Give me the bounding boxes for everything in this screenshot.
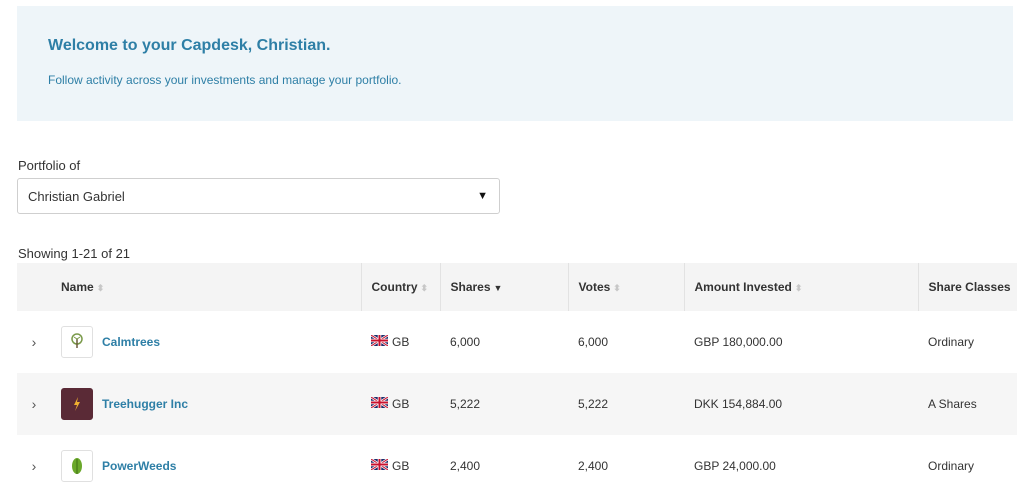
uk-flag-icon xyxy=(370,458,389,473)
portfolio-table: Name ⬍ Country ⬍ Shares ▼ Votes ⬍ Amount Inv… xyxy=(17,263,1017,497)
shares-cell: 5,222 xyxy=(450,397,481,411)
expand-column-header xyxy=(17,263,51,311)
share-class-cell: A Shares xyxy=(928,397,977,411)
welcome-subtitle: Follow activity across your investments … xyxy=(48,73,402,87)
company-link[interactable]: Calmtrees xyxy=(102,335,160,349)
shares-cell: 6,000 xyxy=(450,335,481,349)
share-class-cell: Ordinary xyxy=(928,459,975,473)
leaf-logo-icon xyxy=(61,450,93,482)
portfolio-select[interactable]: Christian Gabriel ▼ xyxy=(17,178,500,214)
company-link[interactable]: Treehugger Inc xyxy=(102,397,188,411)
table-header-row: Name ⬍ Country ⬍ Shares ▼ Votes ⬍ Amount Inv… xyxy=(17,263,1017,311)
sort-icon: ⬍ xyxy=(96,283,105,293)
company-link[interactable]: PowerWeeds xyxy=(102,459,176,473)
results-count: Showing 1-21 of 21 xyxy=(18,246,131,261)
column-header-name[interactable]: Name ⬍ xyxy=(51,263,361,311)
welcome-banner: Welcome to your Capdesk, Christian. Foll… xyxy=(17,6,1013,121)
portfolio-label: Portfolio of xyxy=(18,158,81,173)
country-code: GB xyxy=(392,334,410,349)
column-header-shares[interactable]: Shares ▼ xyxy=(439,263,568,311)
table-row[interactable]: › PowerWeeds GB 2,400 2,400 GBP 24,000.0… xyxy=(17,435,1017,497)
table-row[interactable]: › Treehugger Inc GB 5,222 5,222 DKK 154,… xyxy=(17,373,1017,435)
portfolio-selected-value: Christian Gabriel xyxy=(28,188,125,204)
expand-chevron-icon[interactable]: › xyxy=(17,311,51,373)
tree-logo-icon xyxy=(61,326,93,358)
share-class-cell: Ordinary xyxy=(928,335,975,349)
sort-icon: ⬍ xyxy=(794,283,803,293)
amount-cell: GBP 180,000.00 xyxy=(694,335,783,349)
votes-cell: 2,400 xyxy=(578,459,609,473)
country-code: GB xyxy=(392,396,410,411)
expand-chevron-icon[interactable]: › xyxy=(17,435,51,497)
caret-down-icon: ▼ xyxy=(477,190,488,202)
votes-cell: 6,000 xyxy=(578,335,609,349)
sort-icon: ⬍ xyxy=(420,283,429,293)
column-header-amount-invested[interactable]: Amount Invested ⬍ xyxy=(683,263,918,311)
uk-flag-icon xyxy=(370,334,389,349)
expand-chevron-icon[interactable]: › xyxy=(17,373,51,435)
country-code: GB xyxy=(392,458,410,473)
column-header-country[interactable]: Country ⬍ xyxy=(360,263,440,311)
votes-cell: 5,222 xyxy=(578,397,609,411)
shares-cell: 2,400 xyxy=(450,459,481,473)
column-header-votes[interactable]: Votes ⬍ xyxy=(567,263,684,311)
sort-icon: ⬍ xyxy=(613,283,621,293)
amount-cell: GBP 24,000.00 xyxy=(694,459,776,473)
lightning-logo-icon xyxy=(61,388,93,420)
table-row[interactable]: › Calmtrees GB 6,000 6,000 GBP 180,000.0… xyxy=(17,311,1017,373)
welcome-title: Welcome to your Capdesk, Christian. xyxy=(48,37,331,54)
uk-flag-icon xyxy=(370,396,389,411)
sort-descending-icon: ▼ xyxy=(493,283,503,293)
column-header-share-classes[interactable]: Share Classes xyxy=(917,263,1017,311)
amount-cell: DKK 154,884.00 xyxy=(694,397,783,411)
